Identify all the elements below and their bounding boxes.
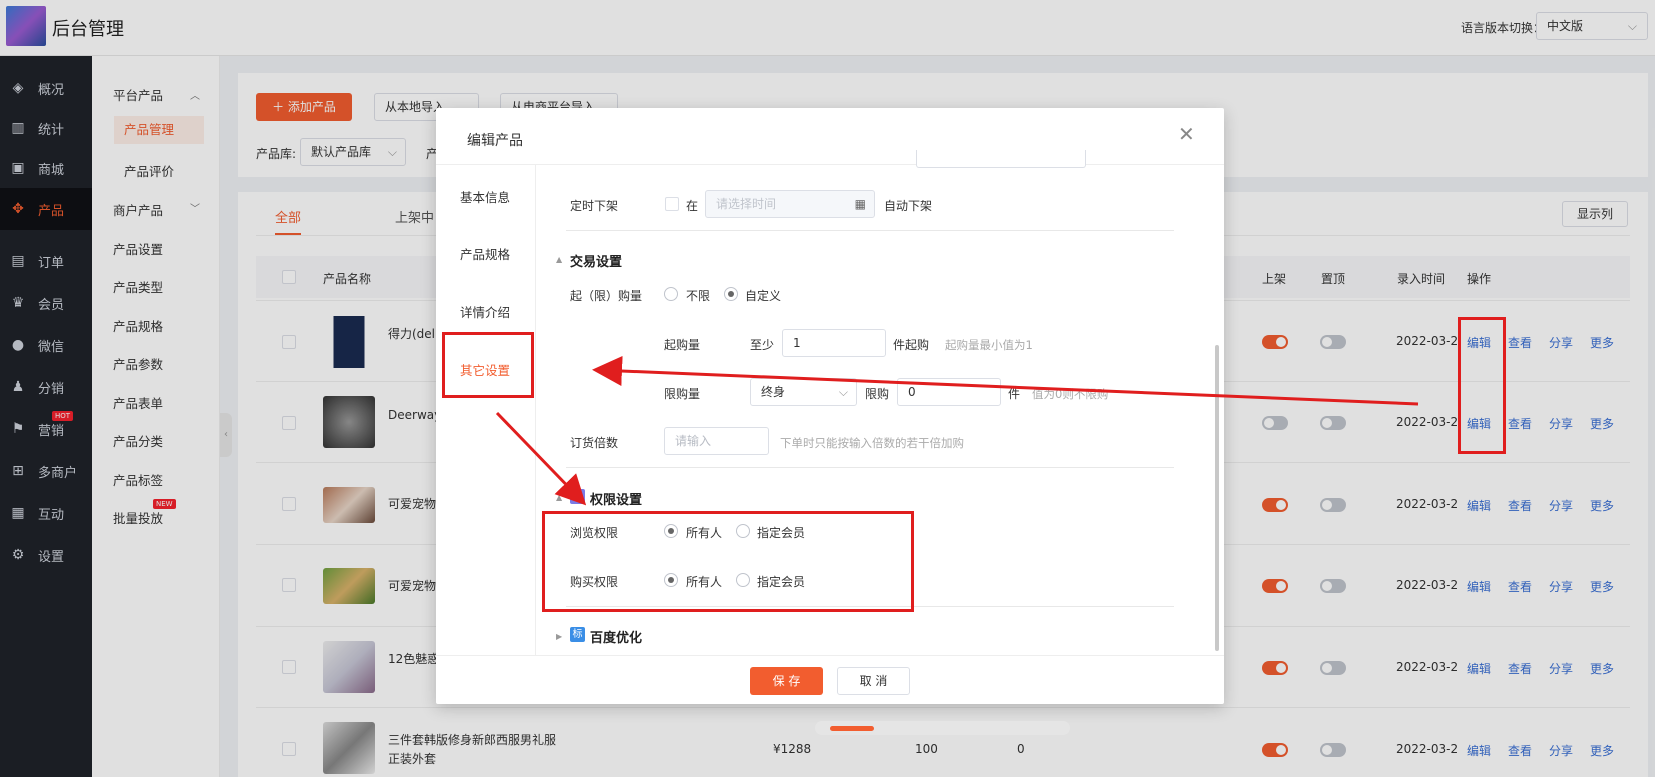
max-qty-period-value: 终身 <box>761 385 786 399</box>
section-title-permission: 权限设置 <box>590 493 643 508</box>
caret-right-icon[interactable]: ▶ <box>556 632 562 641</box>
modal-nav-basic-info[interactable]: 基本信息 <box>460 187 510 206</box>
section-divider <box>566 467 1174 468</box>
close-icon[interactable]: ✕ <box>1178 124 1195 144</box>
order-multiple-hint: 下单时只能按输入倍数的若干倍加购 <box>780 436 964 450</box>
cancel-button[interactable]: 取 消 <box>837 667 910 695</box>
order-multiple-label: 订货倍数 <box>570 436 619 450</box>
min-qty-suffix: 件起购 <box>893 338 930 352</box>
section-divider <box>566 230 1174 231</box>
max-qty-hint: 值为0则不限购 <box>1032 387 1109 401</box>
permission-section-icon: 素 <box>570 489 585 504</box>
modal-scrollbar[interactable] <box>1215 345 1219 651</box>
date-placeholder: 请选择时间 <box>716 197 777 211</box>
max-qty-input[interactable]: 0 <box>897 378 1001 406</box>
max-qty-suffix: 件 <box>1008 387 1021 401</box>
order-multiple-input[interactable]: 请输入 <box>664 427 769 455</box>
radio-unlimited[interactable] <box>664 287 678 301</box>
min-qty-hint: 起购量最小值为1 <box>945 338 1033 352</box>
timed-off-date-input[interactable]: 请选择时间 ▦ <box>705 190 875 218</box>
section-title-trade: 交易设置 <box>570 255 623 270</box>
timed-off-label: 定时下架 <box>570 199 619 213</box>
truncated-field <box>916 150 1086 168</box>
modal-title: 编辑产品 <box>467 133 523 149</box>
caret-down-icon[interactable]: ▲ <box>556 493 562 502</box>
modal-header-divider <box>436 164 1224 165</box>
purchase-limit-label: 起（限）购量 <box>570 289 643 303</box>
max-qty-prefix: 限购 <box>865 387 890 401</box>
radio-unlimited-label: 不限 <box>686 289 711 303</box>
modal-nav-details[interactable]: 详情介绍 <box>460 302 510 321</box>
modal-footer-divider <box>436 655 1224 656</box>
max-qty-period-select[interactable]: 终身 ⌵ <box>750 378 857 406</box>
max-qty-label: 限购量 <box>664 387 701 401</box>
timed-off-at: 在 <box>686 199 699 213</box>
radio-custom[interactable] <box>724 287 738 301</box>
timed-off-suffix: 自动下架 <box>884 199 933 213</box>
min-qty-label: 起购量 <box>664 338 701 352</box>
timed-off-checkbox[interactable] <box>665 197 679 211</box>
modal-nav-divider <box>535 165 536 655</box>
section-title-seo[interactable]: 百度优化 <box>590 627 642 646</box>
min-qty-input[interactable]: 1 <box>782 329 886 357</box>
scrollbar-thumb[interactable] <box>830 726 874 731</box>
annotation-box-permissions <box>542 511 914 612</box>
radio-custom-label: 自定义 <box>745 289 782 303</box>
chevron-down-icon: ⌵ <box>838 385 848 399</box>
modal-nav-specs[interactable]: 产品规格 <box>460 244 510 263</box>
calendar-icon: ▦ <box>854 197 866 211</box>
min-qty-prefix: 至少 <box>750 338 775 352</box>
annotation-box-edit-links <box>1458 317 1506 454</box>
caret-down-icon[interactable]: ▲ <box>556 255 562 264</box>
annotation-box-other-settings <box>442 332 534 398</box>
seo-section-icon: 标 <box>570 627 585 642</box>
save-button[interactable]: 保 存 <box>750 667 823 695</box>
